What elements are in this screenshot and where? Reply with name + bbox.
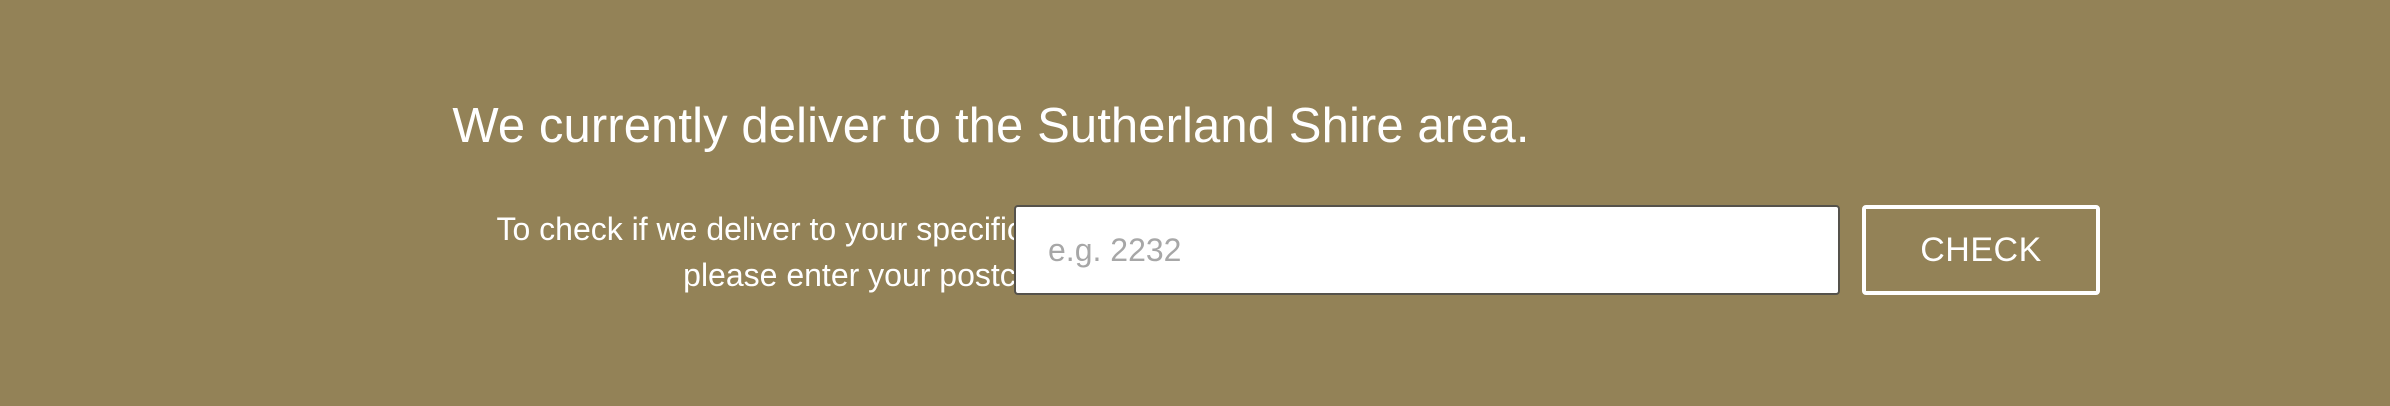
delivery-banner: We currently deliver to the Sutherland S… [0,0,2390,406]
delivery-headline: We currently deliver to the Sutherland S… [452,99,1530,153]
postcode-check-row: To check if we deliver to your specific … [200,205,2100,297]
postcode-input[interactable] [1014,205,1840,295]
check-button[interactable]: CHECK [1862,205,2100,295]
